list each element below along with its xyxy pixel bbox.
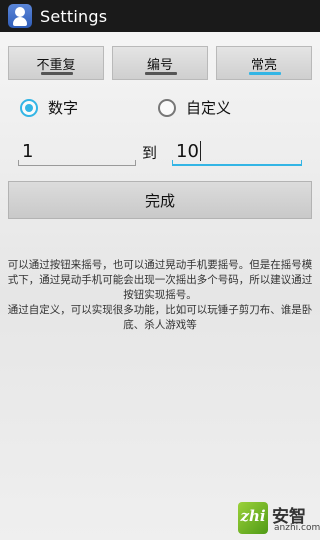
help-paragraph: 可以通过按钮来摇号，也可以通过晃动手机要摇号。但是在摇号模式下，通过晃动手机可能… [7,259,313,301]
help-paragraph: 通过自定义，可以实现很多功能，比如可以玩锤子剪刀布、谁是卧底、杀人游戏等 [7,304,313,331]
tab-indicator [145,72,177,75]
action-bar: Settings [0,0,320,32]
input-underline [18,160,136,166]
tab-bar: 不重复 编号 常亮 [8,46,312,80]
anzhi-bag-logo-icon: zhi [238,502,268,534]
text-caret [200,141,201,161]
from-number-field[interactable] [18,138,136,166]
help-text: 可以通过按钮来摇号，也可以通过晃动手机要摇号。但是在摇号模式下，通过晃动手机可能… [4,258,316,333]
action-bar-title: Settings [40,6,108,26]
radio-custom-label[interactable]: 自定义 [186,98,231,118]
radio-number-label[interactable]: 数字 [48,98,78,118]
tab-indicator-active [249,72,281,75]
mode-radio-group: 数字 自定义 [0,98,320,122]
tab-label: 编号 [146,57,173,73]
radio-number[interactable] [20,99,38,117]
to-label: 到 [142,144,158,162]
tab-label: 常亮 [250,57,277,73]
app-person-icon[interactable] [8,4,32,28]
watermark-url-text: anzhi.com [274,523,320,533]
to-number-field[interactable] [172,138,302,166]
tab-keep-screen-on[interactable]: 常亮 [216,46,312,80]
tab-numbering[interactable]: 编号 [112,46,208,80]
input-underline-focused [172,160,302,166]
anzhi-watermark: zhi 安智 anzhi.com [238,502,320,536]
tab-no-repeat[interactable]: 不重复 [8,46,104,80]
done-button[interactable]: 完成 [8,181,312,219]
radio-custom[interactable] [158,99,176,117]
tab-label: 不重复 [36,57,76,73]
tab-indicator [41,72,73,75]
